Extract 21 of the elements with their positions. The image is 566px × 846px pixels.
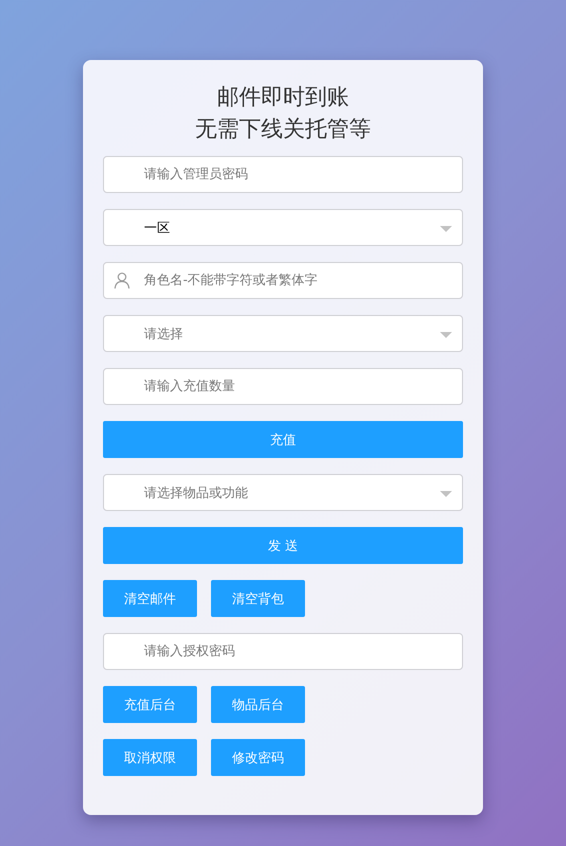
caret-icon — [440, 491, 452, 497]
text-field[interactable]: 请输入授权密码 — [103, 633, 463, 670]
text-field[interactable]: 角色名-不能带字符或者繁体字 — [103, 262, 463, 299]
select-field[interactable]: 请选择 — [103, 315, 463, 352]
person-icon — [114, 272, 130, 289]
text-field[interactable]: 请输入管理员密码 — [103, 156, 463, 193]
heading: 无需下线关托管等 — [195, 116, 371, 144]
select-field[interactable]: 请选择物品或功能 — [103, 474, 463, 511]
text-field[interactable]: 请输入充值数量 — [103, 368, 463, 405]
submit-button[interactable]: 充值 — [103, 421, 463, 458]
action-button[interactable]: 取消权限 — [103, 739, 197, 776]
action-button[interactable]: 清空背包 — [211, 580, 305, 617]
select-field[interactable]: 一区 — [103, 209, 463, 246]
action-button[interactable]: 清空邮件 — [103, 580, 197, 617]
submit-button[interactable]: 发 送 — [103, 527, 463, 564]
action-button[interactable]: 充值后台 — [103, 686, 197, 723]
caret-icon — [440, 332, 452, 338]
action-button[interactable]: 修改密码 — [211, 739, 305, 776]
action-button[interactable]: 物品后台 — [211, 686, 305, 723]
heading: 邮件即时到账 — [217, 84, 349, 112]
caret-icon — [440, 226, 452, 232]
